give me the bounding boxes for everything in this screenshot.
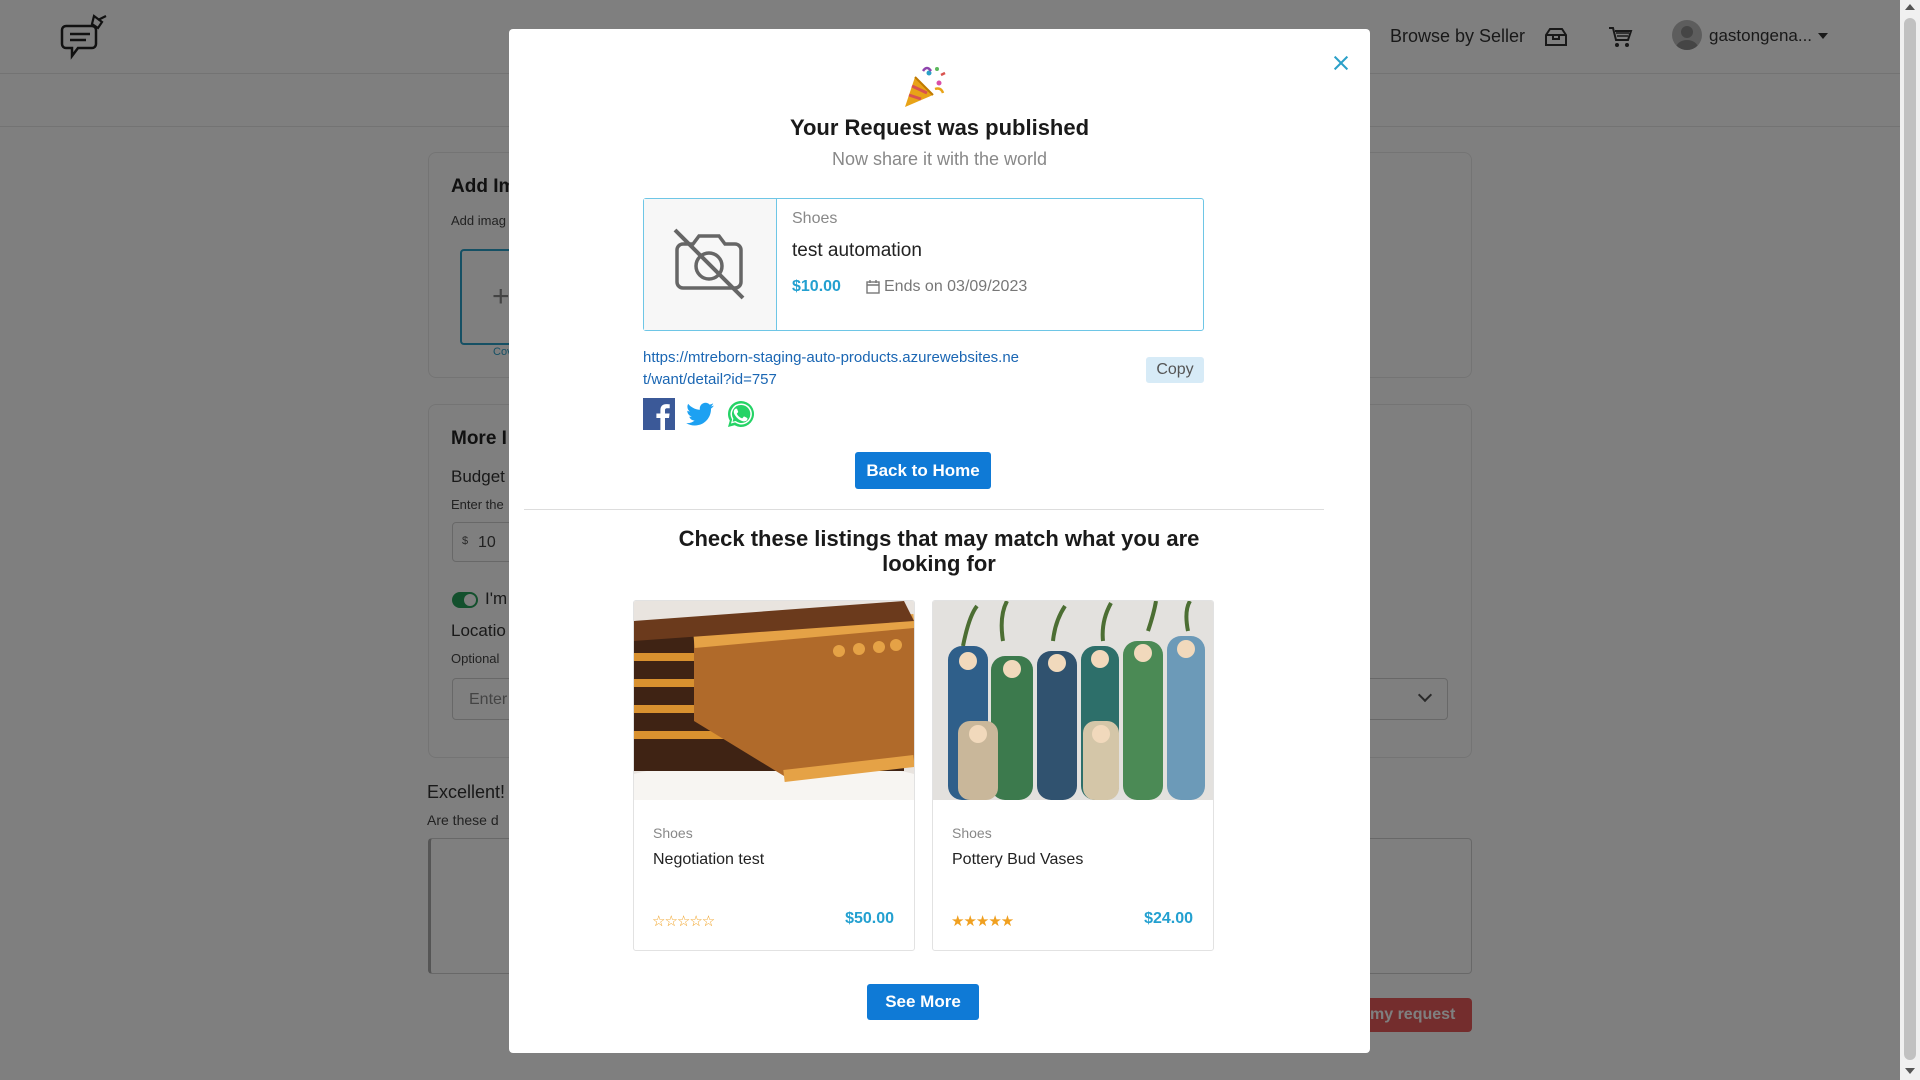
party-popper-icon xyxy=(905,66,946,107)
listing-price: $50.00 xyxy=(845,910,894,927)
rating-stars: ★★★★★ xyxy=(951,913,1014,930)
copy-button[interactable]: Copy xyxy=(1146,357,1204,383)
facebook-icon[interactable] xyxy=(643,398,675,430)
calendar-icon xyxy=(866,280,880,294)
listing-card[interactable]: Shoes Negotiation test ☆☆☆☆☆ $50.00 xyxy=(633,600,915,951)
divider xyxy=(524,509,1324,510)
request-price: $10.00 xyxy=(792,278,841,295)
listings-heading: Check these listings that may match what… xyxy=(678,526,1200,576)
whatsapp-icon[interactable] xyxy=(725,398,757,430)
listing-name: Pottery Bud Vases xyxy=(952,851,1084,868)
share-url-link[interactable]: https://mtreborn-staging-auto-products.a… xyxy=(643,347,1023,391)
modal-subtitle: Now share it with the world xyxy=(831,149,1048,169)
request-image-placeholder xyxy=(644,199,777,330)
modal-title: Your Request was published xyxy=(789,115,1090,140)
rating-stars: ☆☆☆☆☆ xyxy=(652,913,715,930)
scroll-down-arrow[interactable] xyxy=(1905,1068,1915,1074)
listing-category: Shoes xyxy=(653,825,693,841)
request-end-date: Ends on 03/09/2023 xyxy=(884,278,1028,295)
request-category: Shoes xyxy=(792,210,838,227)
listing-card[interactable]: Shoes Pottery Bud Vases ★★★★★ $24.00 xyxy=(932,600,1214,951)
request-name: test automation xyxy=(792,240,922,261)
see-more-button[interactable]: See More xyxy=(867,984,979,1020)
scrollbar-thumb[interactable] xyxy=(1904,18,1916,1060)
back-to-home-button[interactable]: Back to Home xyxy=(855,452,991,489)
no-camera-icon xyxy=(673,228,745,300)
close-icon[interactable] xyxy=(1331,53,1351,73)
request-published-modal: Your Request was published Now share it … xyxy=(509,29,1370,1053)
twitter-icon[interactable] xyxy=(684,398,716,430)
scroll-up-arrow[interactable] xyxy=(1905,4,1915,10)
listing-image xyxy=(933,601,1213,800)
listing-price: $24.00 xyxy=(1144,910,1193,927)
listing-category: Shoes xyxy=(952,825,992,841)
listing-image xyxy=(634,601,914,800)
listing-name: Negotiation test xyxy=(653,851,765,868)
request-summary-card: Shoes test automation $10.00 Ends on 03/… xyxy=(643,198,1204,331)
